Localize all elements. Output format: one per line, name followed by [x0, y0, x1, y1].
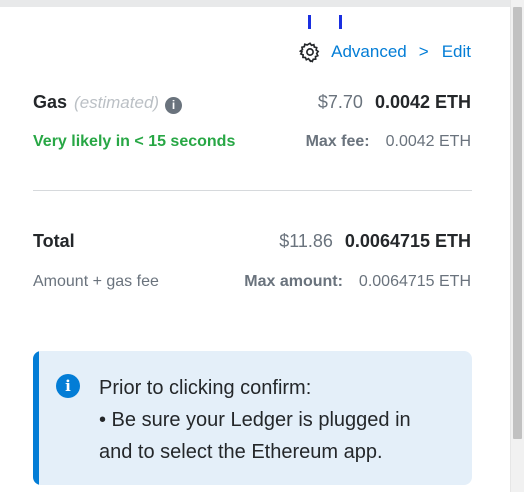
decorative-mark	[339, 15, 342, 29]
total-sub-label: Amount + gas fee	[33, 273, 159, 290]
total-fiat-value: $11.86	[279, 231, 333, 251]
total-detail-row: Amount + gas fee Max amount: 0.0064715 E…	[33, 273, 471, 291]
notice-title: Prior to clicking confirm:	[99, 377, 312, 399]
max-fee-label: Max fee:	[305, 133, 370, 150]
max-fee-value: 0.0042 ETH	[385, 133, 471, 150]
gas-label: Gas	[33, 92, 68, 112]
notice-accent-bar	[33, 351, 39, 485]
edit-link[interactable]: Edit	[442, 42, 471, 62]
chevron-right-icon: >	[418, 42, 429, 61]
ledger-notice: i Prior to clicking confirm: • Be sure y…	[33, 351, 472, 485]
notice-line-1: • Be sure your Ledger is plugged in	[99, 409, 411, 431]
gas-likelihood-text: Very likely in < 15 seconds	[33, 133, 236, 150]
notice-line-2: and to select the Ethereum app.	[99, 441, 383, 463]
gas-row: Gas (estimated) i $7.70 0.0042 ETH	[33, 92, 471, 114]
top-border	[0, 0, 510, 7]
gear-icon[interactable]	[299, 41, 321, 63]
total-label: Total	[33, 231, 75, 251]
total-crypto-value: 0.0064715 ETH	[344, 231, 471, 251]
max-amount-label: Max amount:	[244, 273, 343, 290]
total-row: Total $11.86 0.0064715 ETH	[33, 231, 471, 252]
divider	[33, 190, 472, 191]
gas-estimated-label: (estimated)	[74, 93, 160, 112]
gas-fiat-value: $7.70	[317, 92, 363, 112]
info-icon[interactable]: i	[165, 96, 183, 114]
decorative-mark	[308, 15, 311, 29]
scrollbar-thumb[interactable]	[513, 7, 522, 439]
gas-crypto-value: 0.0042 ETH	[374, 92, 471, 112]
advanced-link[interactable]: Advanced	[331, 42, 407, 62]
info-circle-icon: i	[56, 374, 80, 398]
max-amount-value: 0.0064715 ETH	[358, 273, 471, 290]
notice-text: Prior to clicking confirm: • Be sure you…	[99, 372, 459, 468]
gas-options-row: Advanced > Edit	[299, 39, 471, 65]
gas-detail-row: Very likely in < 15 seconds Max fee: 0.0…	[33, 133, 471, 151]
